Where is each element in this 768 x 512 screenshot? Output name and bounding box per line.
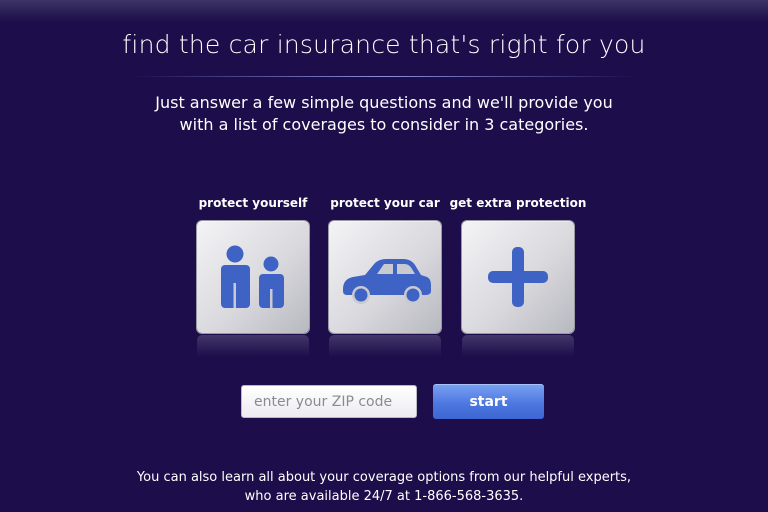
tile-reflection [462, 335, 574, 357]
car-icon [343, 259, 431, 304]
top-bar [0, 0, 768, 24]
protect-your-car-tile[interactable] [329, 221, 441, 333]
category-protect-yourself: protect yourself [183, 196, 323, 357]
category-protect-your-car: protect your car [315, 196, 455, 357]
protect-yourself-tile[interactable] [197, 221, 309, 333]
footer-text: You can also learn all about your covera… [0, 468, 768, 506]
get-extra-protection-tile[interactable] [462, 221, 574, 333]
footer-line-2: who are available 24/7 at 1-866-568-3635… [244, 489, 524, 504]
intro-line-2: with a list of coverages to consider in … [179, 115, 589, 134]
page-title: find the car insurance that's right for … [122, 30, 646, 59]
tile-reflection [329, 335, 441, 357]
intro-text: Just answer a few simple questions and w… [0, 92, 768, 136]
category-label: get extra protection [449, 196, 587, 210]
category-label: protect your car [330, 196, 440, 210]
plus-icon [488, 247, 548, 307]
tile-reflection [197, 335, 309, 357]
category-get-extra-protection: get extra protection [448, 196, 588, 357]
footer-line-1: You can also learn all about your covera… [136, 470, 632, 485]
zip-code-input[interactable] [241, 385, 417, 418]
category-label: protect yourself [198, 196, 308, 210]
title-divider [130, 76, 638, 77]
people-icon [221, 245, 284, 308]
intro-line-1: Just answer a few simple questions and w… [155, 93, 613, 112]
start-button[interactable]: start [433, 384, 544, 419]
